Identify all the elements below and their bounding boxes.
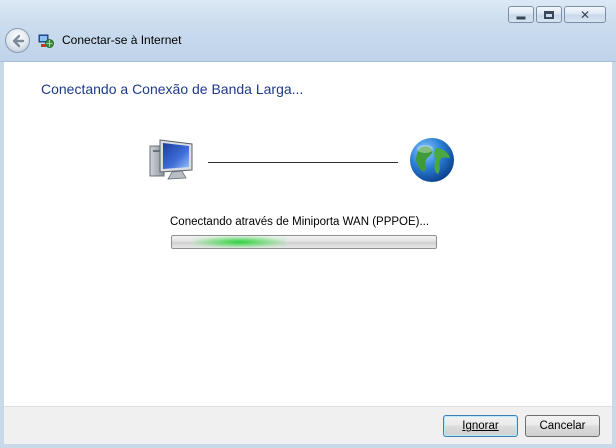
globe-icon [410, 138, 454, 182]
ignore-button[interactable]: Ignorar [443, 415, 518, 437]
connection-line [208, 162, 398, 163]
cancel-button[interactable]: Cancelar [525, 415, 600, 437]
close-button[interactable]: ✕ [564, 6, 606, 23]
close-icon: ✕ [579, 7, 591, 22]
minimize-button[interactable] [508, 6, 534, 23]
network-connect-icon [38, 34, 54, 48]
title-bar: ✕ Conectar-se à Internet [0, 0, 616, 62]
button-bar: Ignorar Cancelar [4, 406, 612, 444]
caption-buttons: ✕ [508, 6, 606, 23]
content-area: Conectando a Conexão de Banda Larga... C… [4, 62, 612, 406]
cancel-button-label: Cancelar [539, 420, 586, 432]
status-text: Conectando através de Miniporta WAN (PPP… [170, 216, 430, 228]
page-heading: Conectando a Conexão de Banda Larga... [41, 81, 304, 97]
ignore-button-label: Ignorar [462, 420, 499, 432]
maximize-icon [544, 10, 554, 19]
maximize-button[interactable] [536, 6, 562, 23]
back-button[interactable] [5, 28, 30, 53]
progress-marquee [193, 236, 286, 248]
progress-bar [171, 235, 437, 249]
back-arrow-icon [12, 34, 25, 48]
computer-icon [149, 139, 193, 180]
window-title: Conectar-se à Internet [62, 33, 182, 47]
minimize-icon [516, 16, 526, 19]
connect-to-internet-window: ✕ Conectar-se à Internet Conectando a Co… [0, 0, 616, 448]
